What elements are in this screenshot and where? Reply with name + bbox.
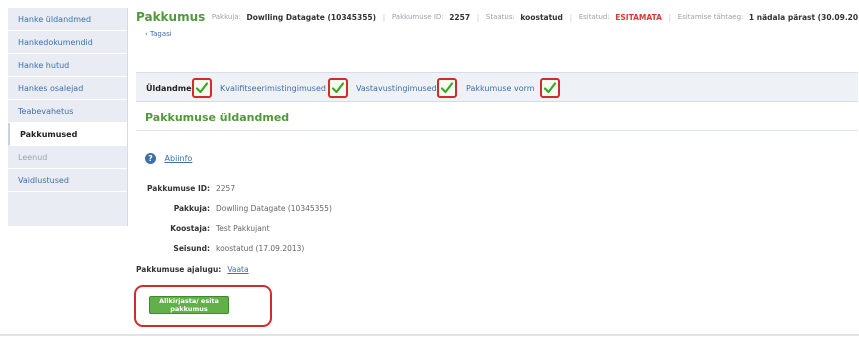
- detail-value: Dowlling Datagate (10345355): [216, 204, 332, 213]
- sidebar-item-teabevahetus[interactable]: Teabevahetus: [8, 100, 127, 123]
- section-title: Pakkumuse üldandmed: [145, 111, 290, 124]
- pakkuja-label: Pakkuja:: [211, 13, 241, 21]
- id-label: Pakkumuse ID:: [391, 13, 444, 21]
- sidebar-item-vaidlustused[interactable]: Vaidlustused: [8, 169, 127, 192]
- page-title: Pakkumus: [136, 10, 206, 24]
- tab-bar: Üldandmed Kvalifitseerimistingimused Vas…: [136, 72, 858, 102]
- separator: |: [382, 12, 386, 22]
- sidebar-item-hanke-hutud[interactable]: Hanke hutud: [8, 54, 127, 77]
- check-icon: [192, 78, 212, 98]
- detail-label: Pakkumuse ID:: [146, 184, 210, 193]
- detail-row: Pakkumuse ID: 2257: [125, 184, 235, 193]
- id-value: 2257: [449, 12, 471, 22]
- detail-row: Koostaja: Test Pakkujant: [125, 224, 270, 233]
- detail-value: koostatud (17.09.2013): [216, 244, 305, 253]
- detail-row: Pakkumuse ajalugu: Vaata: [136, 265, 249, 274]
- sidebar-item-leenud: Leenud: [8, 146, 127, 169]
- sidebar-item-pakkumused[interactable]: Pakkumused: [8, 123, 127, 146]
- detail-row: Seisund: koostatud (17.09.2013): [125, 244, 304, 253]
- tahtaeg-label: Esitamise tähtaeg:: [677, 13, 744, 21]
- sidebar-item-hankedokumendid[interactable]: Hankedokumendid: [8, 31, 127, 54]
- olek-value: koostatud: [520, 12, 563, 22]
- divider: [0, 334, 859, 336]
- help-icon[interactable]: ?: [145, 153, 156, 164]
- check-icon: [437, 78, 457, 98]
- check-icon: [540, 78, 560, 98]
- olek-label: Staatus:: [485, 13, 515, 21]
- detail-row: Pakkuja: Dowlling Datagate (10345355): [125, 204, 332, 213]
- detail-label: Seisund:: [173, 244, 210, 253]
- tab-vastavustingimused[interactable]: Vastavustingimused: [356, 80, 437, 98]
- tahtaeg-value: 1 nädala pärast (30.09.2013 16:00): [748, 12, 859, 22]
- sign-submit-button[interactable]: Allkirjasta/ esita pakkumus: [149, 296, 229, 314]
- detail-value: 2257: [216, 184, 236, 193]
- pakkuja-value: Dowlling Datagate (10345355): [246, 12, 377, 22]
- back-link[interactable]: ‹ Tagasi: [145, 30, 172, 38]
- detail-label: Koostaja:: [170, 224, 210, 233]
- status-badge: ESITAMATA: [615, 12, 662, 22]
- help-link[interactable]: Abiinfo: [165, 154, 193, 163]
- separator: |: [668, 12, 672, 22]
- separator: |: [476, 12, 480, 22]
- separator: |: [569, 12, 573, 22]
- page-header: Pakkumus Pakkuja: Dowlling Datagate (103…: [136, 10, 859, 24]
- tab-kvalifitseerimistingimused[interactable]: Kvalifitseerimistingimused: [220, 80, 326, 98]
- detail-label: Pakkumuse ajalugu:: [136, 265, 222, 274]
- sidebar: Hanke üldandmed Hankedokumendid Hanke hu…: [8, 8, 128, 226]
- sidebar-item-hanke-uldandmed[interactable]: Hanke üldandmed: [8, 8, 127, 31]
- check-icon: [328, 78, 348, 98]
- tab-uldandmed[interactable]: Üldandmed: [146, 80, 197, 98]
- tab-pakkumuse-vorm[interactable]: Pakkumuse vorm: [466, 80, 535, 98]
- help: ? Abiinfo: [145, 153, 192, 164]
- detail-label: Pakkuja:: [173, 204, 210, 213]
- divider: [136, 130, 858, 131]
- sidebar-item-hankes-osalejad[interactable]: Hankes osalejad: [8, 77, 127, 100]
- esitamine-label: Esitatud:: [578, 13, 610, 21]
- history-link[interactable]: Vaata: [227, 265, 248, 274]
- detail-value: Test Pakkujant: [216, 224, 270, 233]
